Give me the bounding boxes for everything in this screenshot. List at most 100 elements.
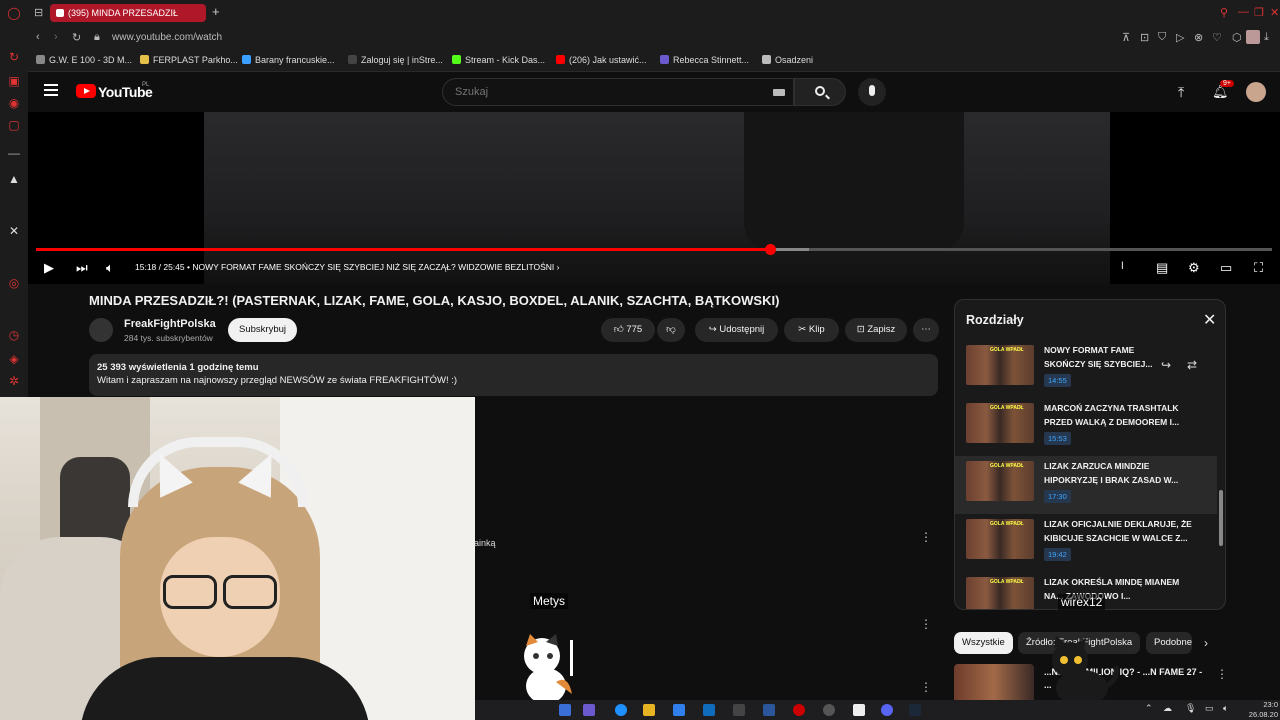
chapter-item[interactable]: GOLA WPADŁ NOWY FORMAT FAME SKOŃCZY SIĘ … <box>955 340 1217 398</box>
more-actions-button[interactable]: ⋯ <box>913 318 939 342</box>
sidebar-app-icon[interactable]: ▲ <box>7 172 21 186</box>
taskbar-app-icon[interactable] <box>853 704 865 716</box>
video-player[interactable]: ▶ ⏭︎ 🔈︎ 15:18 / 25:45 • NOWY FORMAT FAME… <box>28 112 1280 284</box>
edge-icon[interactable] <box>615 704 627 716</box>
channel-name[interactable]: FreakFightPolska <box>124 318 216 330</box>
clip-button[interactable]: ✂ Klip <box>784 318 839 342</box>
shield-icon[interactable]: ⛉ <box>1158 31 1166 44</box>
steam-icon[interactable] <box>909 704 921 716</box>
tray-chevron-icon[interactable]: ⌃ <box>1145 703 1153 714</box>
bookmark-item[interactable]: Barany francuskie... <box>242 55 335 65</box>
tray-clock[interactable]: 23:0 26.08.20 <box>1249 700 1278 720</box>
url-field[interactable]: www.youtube.com/watch <box>112 32 222 43</box>
dislike-button[interactable]: 👎︎ <box>657 318 685 342</box>
folder-icon[interactable] <box>643 704 655 716</box>
close-window-icon[interactable]: ✕ <box>1270 6 1279 19</box>
keyboard-icon[interactable] <box>773 89 785 96</box>
play-icon[interactable]: ▶ <box>44 260 54 276</box>
filter-chip-similar[interactable]: Podobne <box>1146 632 1192 654</box>
like-button[interactable]: 👍︎ 775 <box>601 318 655 342</box>
bookmark-item[interactable]: Rebecca Stinnett... <box>660 55 749 65</box>
bookmark-item[interactable]: G.W. E 100 - 3D M... <box>36 55 132 65</box>
description-box[interactable]: 25 393 wyświetlenia 1 godzinę temu Witam… <box>89 354 938 396</box>
share-button[interactable]: ↪ Udostępnij <box>695 318 778 342</box>
sidebar-player-icon[interactable]: ◎ <box>7 276 21 290</box>
voice-search-button[interactable] <box>858 78 886 106</box>
download-icon[interactable]: ⤓ <box>1264 31 1269 44</box>
sidebar-history-icon[interactable]: ◷ <box>7 328 21 342</box>
profile-icon[interactable] <box>1246 30 1260 44</box>
taskbar-app-icon[interactable] <box>823 704 835 716</box>
next-icon[interactable]: ⏭︎ <box>76 260 88 276</box>
store-icon[interactable] <box>673 704 685 716</box>
tab-youtube[interactable]: (395) MINDA PRZESADZIŁ <box>50 4 206 22</box>
sidebar-messenger-icon[interactable]: ◉ <box>7 96 21 110</box>
maximize-icon[interactable]: ❐ <box>1254 6 1264 19</box>
extensions-icon[interactable]: ⬡ <box>1232 31 1242 44</box>
repeat-icon[interactable]: ⇄ <box>1187 358 1197 372</box>
search-button[interactable] <box>794 78 846 106</box>
opera-logo-icon[interactable]: ◯ <box>7 6 21 20</box>
forward-icon[interactable]: › <box>54 31 58 43</box>
channel-avatar[interactable] <box>89 318 113 342</box>
subscribe-button[interactable]: Subskrybuj <box>228 318 297 342</box>
sidebar-x-icon[interactable]: ✕ <box>7 224 21 238</box>
share-icon[interactable]: ↪ <box>1161 358 1171 372</box>
reload-icon[interactable]: ↻ <box>72 31 81 44</box>
back-icon[interactable]: ‹ <box>36 31 40 43</box>
create-upload-icon[interactable]: ⤒ <box>1178 84 1184 101</box>
fullscreen-icon[interactable]: ⛶ <box>1254 260 1263 276</box>
tray-network-icon[interactable]: ▭ <box>1205 703 1214 714</box>
youtube-logo-icon[interactable] <box>76 84 96 98</box>
close-icon[interactable]: ✕ <box>1203 310 1216 330</box>
sidebar-instagram-icon[interactable]: ▢ <box>7 118 21 132</box>
comment-menu-icon[interactable]: ⋮ <box>920 530 932 544</box>
new-tab-button[interactable]: + <box>212 4 220 19</box>
sidebar-pinned-icon[interactable]: ◈ <box>7 352 21 366</box>
tray-cloud-icon[interactable]: ☁ <box>1163 703 1172 714</box>
tab-menu-icon[interactable]: ⊟ <box>34 6 43 19</box>
settings-gear-icon[interactable]: ⚙ <box>1188 260 1200 276</box>
subtitles-icon[interactable]: ▤ <box>1156 260 1168 276</box>
recommended-menu-icon[interactable]: ⋮ <box>1216 667 1228 681</box>
minimize-icon[interactable]: — <box>1238 6 1249 18</box>
chapter-chevron-icon[interactable]: › <box>557 262 560 272</box>
sidebar-bag-icon[interactable]: ▣ <box>7 74 21 88</box>
heart-icon[interactable]: ♡ <box>1212 31 1222 44</box>
hamburger-menu-icon[interactable] <box>44 84 58 96</box>
taskbar-app-icon[interactable] <box>583 704 595 716</box>
theater-mode-icon[interactable]: ▭ <box>1220 260 1232 276</box>
sidebar-settings-icon[interactable]: ✲ <box>7 374 21 388</box>
bookmark-item[interactable]: Stream - Kick Das... <box>452 55 545 65</box>
bookmark-item[interactable]: FERPLAST Parkho... <box>140 55 238 65</box>
discord-icon[interactable] <box>881 704 893 716</box>
comment-menu-icon[interactable]: ⋮ <box>920 680 932 694</box>
search-tabs-icon[interactable]: ⚲ <box>1220 6 1228 19</box>
taskbar-app-icon[interactable] <box>733 704 745 716</box>
chapter-item[interactable]: GOLA WPADŁ MARCOŃ ZACZYNA TRASHTALK PRZE… <box>955 398 1217 456</box>
chapter-item[interactable]: GOLA WPADŁ LIZAK ZARZUCA MINDZIE HIPOKRY… <box>955 456 1217 514</box>
account-avatar[interactable] <box>1246 82 1266 102</box>
bookmark-item[interactable]: Zaloguj się | inStre... <box>348 55 443 65</box>
bookmark-item[interactable]: Osadzeni <box>762 55 813 65</box>
autoplay-toggle[interactable]: ⏽ <box>1118 260 1127 273</box>
chapter-label[interactable]: • NOWY FORMAT FAME SKOŃCZY SIĘ SZYBCIEJ … <box>187 262 554 272</box>
play-icon[interactable]: ▷ <box>1176 31 1184 44</box>
vpn-icon[interactable]: ⊗ <box>1194 31 1203 44</box>
volume-icon[interactable]: 🔈︎ <box>106 260 114 276</box>
mail-icon[interactable] <box>703 704 715 716</box>
tray-mic-icon[interactable]: 🎙︎ <box>1185 703 1196 714</box>
screenshot-icon[interactable]: ⊡ <box>1140 31 1149 44</box>
opera-icon[interactable] <box>793 704 805 716</box>
taskbar-app-icon[interactable] <box>559 704 571 716</box>
save-button[interactable]: ⊡ Zapisz <box>845 318 907 342</box>
taskbar-app-icon[interactable] <box>763 704 775 716</box>
chevron-right-icon[interactable]: › <box>1204 636 1208 650</box>
chapter-item[interactable]: GOLA WPADŁ LIZAK OFICJALNIE DEKLARUJE, Ż… <box>955 514 1217 572</box>
search-input[interactable] <box>443 79 743 105</box>
comment-menu-icon[interactable]: ⋮ <box>920 617 932 631</box>
sidebar-refresh-icon[interactable]: ↻ <box>7 50 21 64</box>
tray-volume-icon[interactable]: 🔈︎ <box>1223 703 1228 714</box>
progress-bar[interactable] <box>36 244 1272 255</box>
chapters-scrollbar[interactable] <box>1219 490 1223 546</box>
